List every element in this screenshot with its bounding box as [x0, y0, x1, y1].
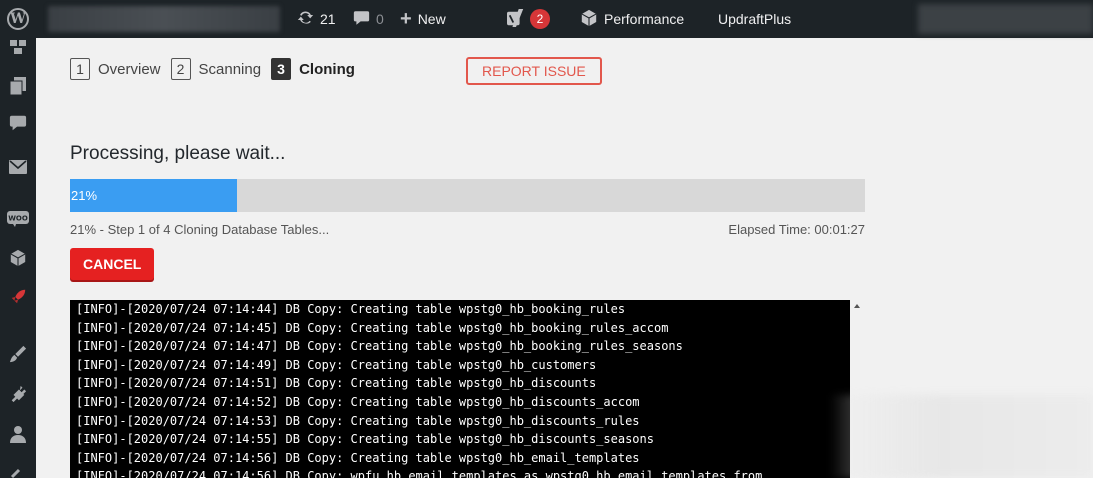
log-line: [INFO]-[2020/07/24 07:14:49] DB Copy: Cr… [76, 357, 597, 372]
elapsed-time: Elapsed Time: 00:01:27 [728, 222, 865, 237]
performance-menu[interactable]: Performance [580, 0, 684, 38]
products-cube-icon[interactable] [0, 243, 36, 273]
updraftplus-menu[interactable]: UpdraftPlus [718, 0, 791, 38]
pages-icon[interactable] [0, 71, 36, 101]
comments-icon[interactable] [0, 108, 36, 138]
comments-menu[interactable]: 0 [353, 0, 384, 38]
admin-sidebar: WOO [0, 38, 36, 478]
log-line: [INFO]-[2020/07/24 07:14:55] DB Copy: Cr… [76, 432, 654, 447]
processing-title: Processing, please wait... [70, 143, 286, 164]
refresh-icon [297, 9, 314, 29]
updraftplus-label: UpdraftPlus [718, 11, 792, 27]
performance-cube-icon [580, 9, 598, 30]
user-menu-redacted[interactable] [918, 4, 1093, 34]
svg-text:WOO: WOO [8, 215, 28, 223]
yoast-seo-menu[interactable]: 2 [506, 0, 550, 38]
site-name-redacted[interactable] [48, 6, 280, 32]
comment-icon [353, 10, 370, 29]
updates-menu[interactable]: 21 [297, 0, 336, 38]
progress-bar: 21% [70, 179, 865, 212]
log-line: [INFO]-[2020/07/24 07:14:52] DB Copy: Cr… [76, 394, 640, 409]
progress-bar-fill: 21% [70, 179, 237, 212]
redacted-area [830, 395, 1093, 478]
scroll-up-arrow-icon[interactable] [854, 304, 860, 308]
log-line: [INFO]-[2020/07/24 07:14:53] DB Copy: Cr… [76, 413, 640, 428]
log-line: [INFO]-[2020/07/24 07:14:47] DB Copy: Cr… [76, 339, 683, 354]
step-number: 2 [170, 58, 191, 80]
rocket-icon[interactable] [0, 282, 36, 312]
comments-count: 0 [376, 11, 384, 27]
log-line: [INFO]-[2020/07/24 07:14:51] DB Copy: Cr… [76, 376, 597, 391]
cancel-button[interactable]: CANCEL [70, 248, 155, 280]
progress-status: 21% - Step 1 of 4 Cloning Database Table… [70, 222, 330, 237]
step-label-scanning: Scanning [198, 60, 262, 78]
users-icon[interactable] [0, 419, 36, 449]
new-label: New [417, 11, 446, 27]
media-icon[interactable] [0, 32, 36, 62]
step-number: 1 [70, 58, 90, 80]
admin-bar: W 21 0 + New 2 Performance UpdraftPlus [0, 0, 1093, 38]
tools-icon[interactable] [0, 456, 36, 478]
plus-icon: + [400, 8, 412, 30]
yoast-icon [506, 8, 526, 30]
step-label-cloning: Cloning [299, 60, 355, 78]
yoast-badge: 2 [530, 9, 550, 29]
step-label-overview: Overview [98, 60, 161, 78]
wizard-steps: 1 Overview 2 Scanning 3 Cloning [70, 58, 365, 80]
log-line: [INFO]-[2020/07/24 07:14:56] DB Copy: wp… [76, 469, 763, 478]
step-number-active: 3 [271, 58, 292, 80]
log-line: [INFO]-[2020/07/24 07:14:56] DB Copy: Cr… [76, 450, 640, 465]
appearance-brush-icon[interactable] [0, 339, 36, 369]
updates-count: 21 [320, 11, 336, 27]
performance-label: Performance [604, 11, 685, 27]
log-line: [INFO]-[2020/07/24 07:14:44] DB Copy: Cr… [76, 302, 626, 316]
log-line: [INFO]-[2020/07/24 07:14:45] DB Copy: Cr… [76, 320, 669, 335]
report-issue-button[interactable]: REPORT ISSUE [466, 57, 602, 85]
new-content-menu[interactable]: + New [400, 0, 446, 38]
clone-log-console[interactable]: [INFO]-[2020/07/24 07:14:44] DB Copy: Cr… [70, 300, 850, 478]
woocommerce-icon[interactable]: WOO [0, 204, 36, 234]
plugins-icon[interactable] [0, 379, 36, 409]
mail-icon[interactable] [0, 152, 36, 182]
